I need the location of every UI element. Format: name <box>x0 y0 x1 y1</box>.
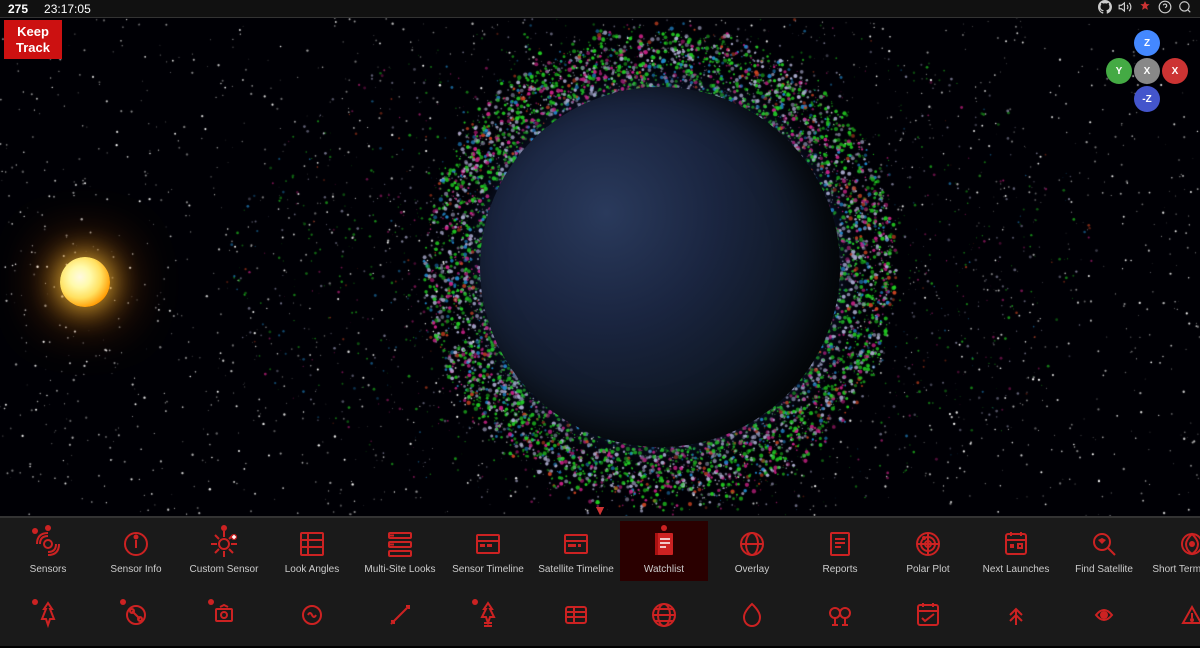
r2-icon-1 <box>118 597 154 633</box>
polar-plot-label: Polar Plot <box>906 564 949 575</box>
sun <box>60 257 110 307</box>
toolbar-item-sensor-timeline[interactable]: Sensor Timeline <box>444 521 532 581</box>
multi-site-looks-label: Multi-Site Looks <box>364 564 435 575</box>
globe-container <box>480 87 840 447</box>
r2-icon-0 <box>30 597 66 633</box>
toolbar-row-1: Sensors Sensor Info <box>0 518 1200 583</box>
polar-plot-icon <box>910 526 946 562</box>
find-satellite-icon <box>1086 526 1122 562</box>
toolbar-item-r2-9[interactable] <box>796 586 884 646</box>
r2-icon-12 <box>1086 597 1122 633</box>
short-term-fence-icon <box>1174 526 1200 562</box>
toolbar-item-multi-site-looks[interactable]: Multi-Site Looks <box>356 521 444 581</box>
sensor-info-icon <box>118 526 154 562</box>
axis-controls: Z Y X X -Z <box>1106 30 1188 112</box>
next-launches-label: Next Launches <box>983 564 1050 575</box>
toolbar-item-sensors[interactable]: Sensors <box>4 521 92 581</box>
topbar: 275 23:17:05 <box>0 0 1200 18</box>
short-term-fence-label: Short Term Fence <box>1152 564 1200 575</box>
toolbar-rows: Sensors Sensor Info <box>0 518 1200 648</box>
axis-z-top-btn[interactable]: Z <box>1134 30 1160 56</box>
axis-x-left-btn[interactable]: X <box>1134 58 1160 84</box>
axis-y-btn[interactable]: Y <box>1106 58 1132 84</box>
r2-icon-9 <box>822 597 858 633</box>
globe <box>480 87 840 447</box>
multi-site-looks-icon <box>382 526 418 562</box>
toolbar-item-polar-plot[interactable]: Polar Plot <box>884 521 972 581</box>
toolbar-item-look-angles[interactable]: Look Angles <box>268 521 356 581</box>
toolbar-item-r2-4[interactable] <box>356 586 444 646</box>
r2-icon-10 <box>910 597 946 633</box>
toolbar-row-2 <box>0 583 1200 648</box>
topbar-time: 23:17:05 <box>36 2 99 16</box>
custom-sensor-label: Custom Sensor <box>190 564 259 575</box>
r2-icon-11 <box>998 597 1034 633</box>
toolbar-item-r2-6[interactable] <box>532 586 620 646</box>
topbar-icons <box>1098 0 1200 17</box>
toolbar-collapse-btn[interactable]: ▼ <box>593 502 607 518</box>
custom-sensor-icon <box>206 526 242 562</box>
reports-icon <box>822 526 858 562</box>
sensor-timeline-label: Sensor Timeline <box>452 564 524 575</box>
toolbar-item-r2-0[interactable] <box>4 586 92 646</box>
toolbar-item-custom-sensor[interactable]: Custom Sensor <box>180 521 268 581</box>
find-satellite-label: Find Satellite <box>1075 564 1133 575</box>
bottom-toolbar: ▼ Sensors Sensor Info <box>0 516 1200 646</box>
toolbar-item-r2-1[interactable] <box>92 586 180 646</box>
reports-label: Reports <box>822 564 857 575</box>
space-view[interactable] <box>0 18 1200 516</box>
logo-line2: Track <box>16 40 50 55</box>
look-angles-icon <box>294 526 330 562</box>
toolbar-item-sensor-info[interactable]: Sensor Info <box>92 521 180 581</box>
r2-icon-7 <box>646 597 682 633</box>
toolbar-item-find-satellite[interactable]: Find Satellite <box>1060 521 1148 581</box>
settings-icon[interactable] <box>1138 0 1152 17</box>
toolbar-item-watchlist[interactable]: Watchlist <box>620 521 708 581</box>
toolbar-item-satellite-timeline[interactable]: Satellite Timeline <box>532 521 620 581</box>
r2-icon-6 <box>558 597 594 633</box>
toolbar-item-r2-2[interactable] <box>180 586 268 646</box>
sensor-timeline-icon <box>470 526 506 562</box>
toolbar-item-reports[interactable]: Reports <box>796 521 884 581</box>
overlay-icon <box>734 526 770 562</box>
toolbar-item-short-term-fence[interactable]: Short Term Fence <box>1148 521 1200 581</box>
topbar-counter: 275 <box>0 2 36 16</box>
toolbar-item-r2-3[interactable] <box>268 586 356 646</box>
help-icon[interactable] <box>1158 0 1172 17</box>
r2-icon-8 <box>734 597 770 633</box>
watchlist-label: Watchlist <box>644 564 684 575</box>
toolbar-item-r2-12[interactable] <box>1060 586 1148 646</box>
toolbar-item-r2-8[interactable] <box>708 586 796 646</box>
toolbar-item-next-launches[interactable]: Next Launches <box>972 521 1060 581</box>
axis-x-right-btn[interactable]: X <box>1162 58 1188 84</box>
next-launches-icon <box>998 526 1034 562</box>
sound-icon[interactable] <box>1118 0 1132 17</box>
toolbar-item-r2-13[interactable] <box>1148 586 1200 646</box>
satellite-timeline-icon <box>558 526 594 562</box>
toolbar-item-r2-7[interactable] <box>620 586 708 646</box>
github-icon[interactable] <box>1098 0 1112 17</box>
search-icon[interactable] <box>1178 0 1192 17</box>
overlay-label: Overlay <box>735 564 769 575</box>
sensor-info-label: Sensor Info <box>110 564 161 575</box>
watchlist-icon <box>646 526 682 562</box>
toolbar-item-r2-11[interactable] <box>972 586 1060 646</box>
sensors-icon <box>30 526 66 562</box>
toolbar-item-r2-5[interactable] <box>444 586 532 646</box>
logo-line1: Keep <box>17 24 49 39</box>
r2-icon-5 <box>470 597 506 633</box>
toolbar-item-overlay[interactable]: Overlay <box>708 521 796 581</box>
r2-icon-13 <box>1174 597 1200 633</box>
sensors-label: Sensors <box>30 564 67 575</box>
logo: Keep Track <box>4 20 62 59</box>
axis-z-bottom-btn[interactable]: -Z <box>1134 86 1160 112</box>
toolbar-item-r2-10[interactable] <box>884 586 972 646</box>
r2-icon-4 <box>382 597 418 633</box>
satellite-timeline-label: Satellite Timeline <box>538 564 614 575</box>
r2-icon-2 <box>206 597 242 633</box>
r2-icon-3 <box>294 597 330 633</box>
look-angles-label: Look Angles <box>285 564 340 575</box>
